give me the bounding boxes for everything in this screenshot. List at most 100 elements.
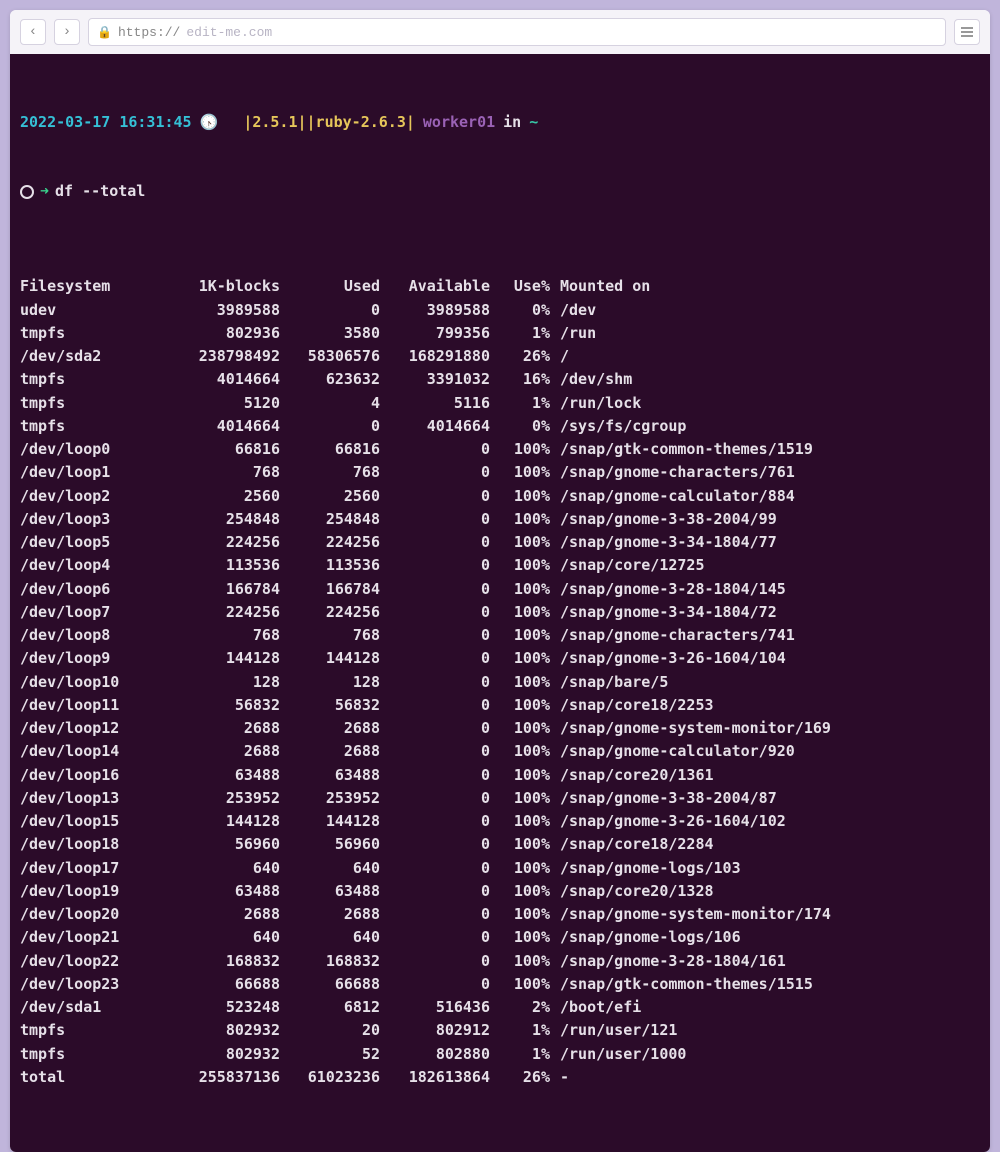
table-row: /dev/loop2366688666880100%/snap/gtk-comm…: [20, 973, 980, 996]
cell: 100%: [490, 461, 550, 484]
cell: /snap/gnome-3-26-1604/104: [550, 647, 980, 670]
cell: 253952: [150, 787, 280, 810]
cell: 640: [150, 926, 280, 949]
cell: 63488: [150, 764, 280, 787]
circle-icon: [20, 185, 34, 199]
cell: 66816: [150, 438, 280, 461]
cell: 802936: [150, 322, 280, 345]
cell: 802932: [150, 1019, 280, 1042]
cell: /dev/sda2: [20, 345, 150, 368]
table-row: tmpfs802932208029121%/run/user/121: [20, 1019, 980, 1042]
cell: 100%: [490, 880, 550, 903]
prompt-line-2: ➜ df --total: [20, 180, 980, 203]
cell: 0%: [490, 299, 550, 322]
cell: 4014664: [150, 415, 280, 438]
cell: 0: [380, 554, 490, 577]
cell: /dev/loop20: [20, 903, 150, 926]
browser-toolbar: ‹ › 🔒 https://edit-me.com: [10, 10, 990, 54]
cell: -: [550, 1066, 980, 1089]
cell: 56960: [150, 833, 280, 856]
cell: 100%: [490, 810, 550, 833]
cell: 5116: [380, 392, 490, 415]
cell: /dev/loop2: [20, 485, 150, 508]
cell: 0: [380, 531, 490, 554]
cell: udev: [20, 299, 150, 322]
table-row: /dev/loop1156832568320100%/snap/core18/2…: [20, 694, 980, 717]
cell: /snap/gnome-calculator/920: [550, 740, 980, 763]
cell: /snap/gnome-system-monitor/169: [550, 717, 980, 740]
forward-button[interactable]: ›: [54, 19, 80, 45]
cell: /snap/gnome-3-28-1804/145: [550, 578, 980, 601]
cell: 224256: [280, 601, 380, 624]
table-row: /dev/loop14268826880100%/snap/gnome-calc…: [20, 740, 980, 763]
cell: 253952: [280, 787, 380, 810]
cell: 100%: [490, 554, 550, 577]
column-header: Use%: [490, 275, 550, 298]
table-row: /dev/loop41135361135360100%/snap/core/12…: [20, 554, 980, 577]
cell: 0: [380, 880, 490, 903]
cell: 768: [150, 461, 280, 484]
cell: 66688: [280, 973, 380, 996]
table-row: /dev/loop17687680100%/snap/gnome-charact…: [20, 461, 980, 484]
cell: /dev/loop8: [20, 624, 150, 647]
cell: 0: [380, 717, 490, 740]
cell: 802880: [380, 1043, 490, 1066]
prompt-in: in: [503, 111, 521, 134]
table-row: /dev/loop221688321688320100%/snap/gnome-…: [20, 950, 980, 973]
cell: 4014664: [380, 415, 490, 438]
cell: 640: [150, 857, 280, 880]
cell: 100%: [490, 671, 550, 694]
cell: 113536: [150, 554, 280, 577]
cell: 100%: [490, 950, 550, 973]
cell: 516436: [380, 996, 490, 1019]
cell: 254848: [150, 508, 280, 531]
cell: 0: [380, 810, 490, 833]
url-protocol: https://: [118, 25, 180, 40]
table-row: udev3989588039895880%/dev: [20, 299, 980, 322]
cell: 100%: [490, 438, 550, 461]
cell: tmpfs: [20, 322, 150, 345]
cell: 224256: [280, 531, 380, 554]
cell: 100%: [490, 601, 550, 624]
cell: 0: [380, 950, 490, 973]
cell: /snap/gnome-3-34-1804/77: [550, 531, 980, 554]
cell: /dev/loop7: [20, 601, 150, 624]
table-row: /dev/loop87687680100%/snap/gnome-charact…: [20, 624, 980, 647]
menu-button[interactable]: [954, 19, 980, 45]
cell: 6812: [280, 996, 380, 1019]
cell: 63488: [150, 880, 280, 903]
cell: 2560: [280, 485, 380, 508]
table-row: tmpfs4014664623632339103216%/dev/shm: [20, 368, 980, 391]
cell: 20: [280, 1019, 380, 1042]
table-row: /dev/loop066816668160100%/snap/gtk-commo…: [20, 438, 980, 461]
table-row: /dev/loop132539522539520100%/snap/gnome-…: [20, 787, 980, 810]
address-bar[interactable]: 🔒 https://edit-me.com: [88, 18, 946, 46]
cell: 0: [380, 438, 490, 461]
table-row: /dev/sda152324868125164362%/boot/efi: [20, 996, 980, 1019]
cell: /dev: [550, 299, 980, 322]
cell: 0: [380, 578, 490, 601]
cell: /dev/loop5: [20, 531, 150, 554]
table-row: /dev/loop61667841667840100%/snap/gnome-3…: [20, 578, 980, 601]
back-button[interactable]: ‹: [20, 19, 46, 45]
prompt-versions: |2.5.1||ruby-2.6.3|: [243, 111, 415, 134]
cell: /dev/loop4: [20, 554, 150, 577]
cell: /snap/gnome-3-34-1804/72: [550, 601, 980, 624]
cell: /snap/core18/2284: [550, 833, 980, 856]
cell: /snap/gnome-calculator/884: [550, 485, 980, 508]
cell: 0: [380, 601, 490, 624]
hamburger-icon: [961, 31, 973, 33]
cell: 0: [380, 485, 490, 508]
cell: tmpfs: [20, 1019, 150, 1042]
cell: 144128: [280, 647, 380, 670]
cell: 52: [280, 1043, 380, 1066]
table-row: /dev/loop176406400100%/snap/gnome-logs/1…: [20, 857, 980, 880]
column-header: Filesystem: [20, 275, 150, 298]
cell: 802912: [380, 1019, 490, 1042]
table-row: /dev/loop1663488634880100%/snap/core20/1…: [20, 764, 980, 787]
terminal[interactable]: 2022-03-17 16:31:45 🕟 |2.5.1||ruby-2.6.3…: [10, 54, 990, 1152]
cell: 3391032: [380, 368, 490, 391]
table-row: /dev/loop72242562242560100%/snap/gnome-3…: [20, 601, 980, 624]
cell: 0%: [490, 415, 550, 438]
cell: /snap/core18/2253: [550, 694, 980, 717]
